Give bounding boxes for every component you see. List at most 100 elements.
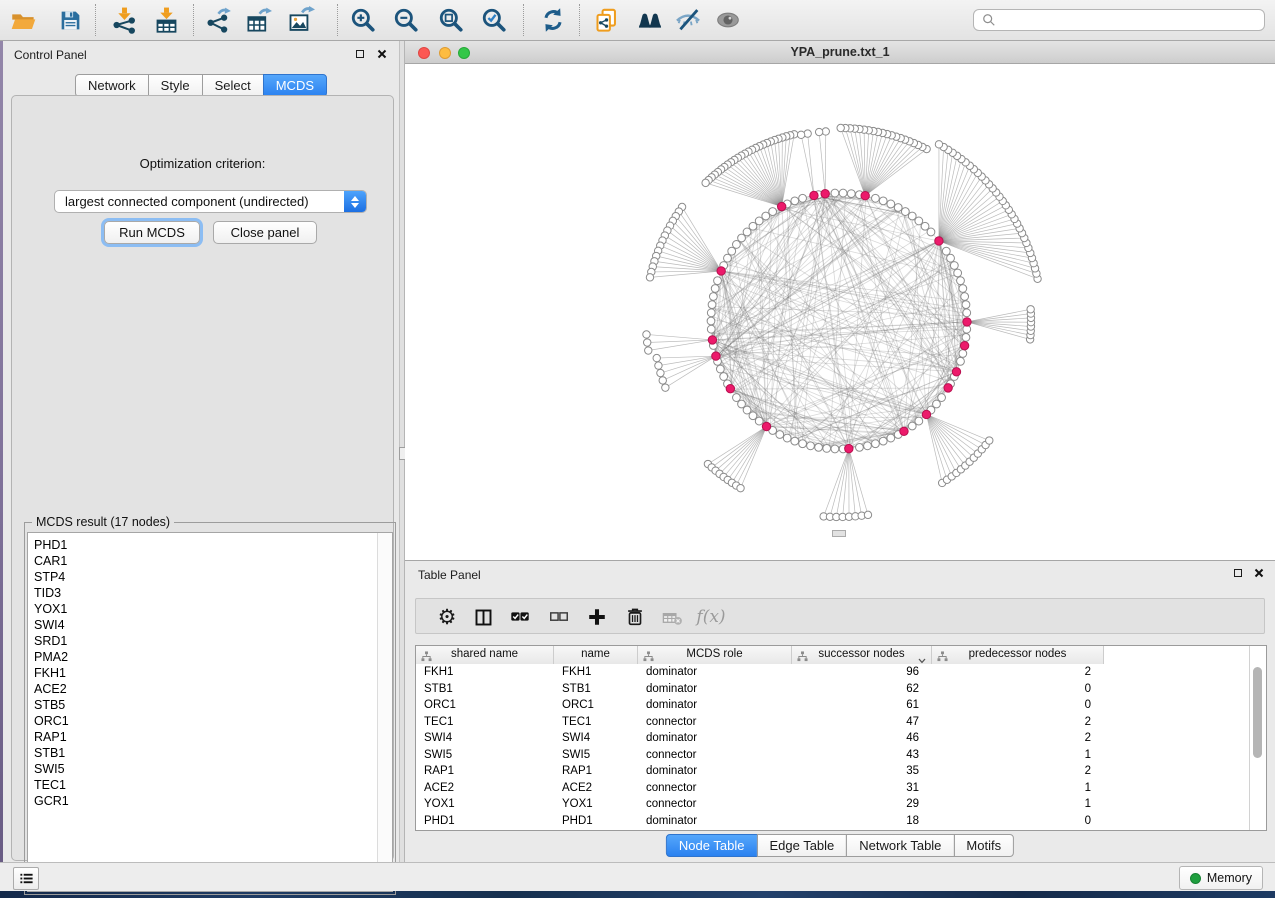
save-session-button[interactable]	[55, 5, 85, 35]
horizontal-splitter-handle[interactable]	[832, 530, 846, 537]
mcds-result-item[interactable]: ORC1	[28, 713, 377, 729]
table-cell: 43	[792, 747, 932, 764]
tab-network-table[interactable]: Network Table	[846, 834, 954, 857]
export-table-button[interactable]	[243, 5, 273, 35]
table-row[interactable]: FKH1FKH1dominator962	[416, 664, 1250, 681]
search-input[interactable]	[1001, 12, 1264, 28]
column-header-successor-nodes[interactable]: successor nodes	[792, 646, 932, 664]
close-panel-button-mcds[interactable]: Close panel	[213, 221, 317, 244]
network-window-titlebar[interactable]: YPA_prune.txt_1	[405, 41, 1275, 64]
zoom-selected-button[interactable]	[479, 5, 509, 35]
zoom-in-button[interactable]	[348, 5, 378, 35]
export-image-button[interactable]	[286, 5, 316, 35]
mcds-result-item[interactable]: RAP1	[28, 729, 377, 745]
table-cell: FKH1	[416, 664, 554, 681]
table-row[interactable]: PHD1PHD1dominator180	[416, 813, 1250, 830]
mcds-result-item[interactable]: STB1	[28, 745, 377, 761]
float-table-panel-button[interactable]	[1231, 566, 1245, 580]
close-table-panel-button[interactable]	[1252, 566, 1266, 580]
add-column-button[interactable]	[582, 602, 612, 632]
refresh-layout-button[interactable]	[538, 5, 568, 35]
tab-network[interactable]: Network	[75, 74, 149, 97]
hide-selected-button[interactable]	[673, 5, 703, 35]
import-network-button[interactable]	[109, 5, 139, 35]
run-mcds-button[interactable]: Run MCDS	[104, 221, 200, 244]
network-view-window: YPA_prune.txt_1	[405, 41, 1275, 560]
mcds-result-item[interactable]: GCR1	[28, 793, 377, 809]
mcds-result-item[interactable]: ACE2	[28, 681, 377, 697]
mcds-result-item[interactable]: FKH1	[28, 665, 377, 681]
mcds-result-item[interactable]: PMA2	[28, 649, 377, 665]
search-field[interactable]	[973, 9, 1265, 31]
copy-network-button[interactable]	[591, 5, 621, 35]
table-panel: Table Panel ⚙ f(x) shared namenameMCDS r…	[405, 560, 1275, 862]
tab-style[interactable]: Style	[148, 74, 203, 97]
table-row[interactable]: SWI4SWI4dominator462	[416, 730, 1250, 747]
table-cell: 96	[792, 664, 932, 681]
network-canvas[interactable]	[405, 64, 1275, 560]
table-row[interactable]: RAP1RAP1dominator352	[416, 763, 1250, 780]
mcds-result-item[interactable]: SWI5	[28, 761, 377, 777]
column-header-predecessor-nodes[interactable]: predecessor nodes	[932, 646, 1104, 664]
mcds-result-list: PHD1CAR1STP4TID3YOX1SWI4SRD1PMA2FKH1ACE2…	[28, 537, 377, 809]
binoculars-icon	[636, 6, 664, 34]
table-scrollbar-thumb[interactable]	[1253, 667, 1262, 758]
list-icon	[19, 871, 34, 886]
zoom-fit-button[interactable]	[436, 5, 466, 35]
table-scrollbar[interactable]	[1249, 646, 1266, 830]
zoom-out-button[interactable]	[391, 5, 421, 35]
table-cell: 47	[792, 714, 932, 731]
network-graph[interactable]	[405, 64, 1275, 560]
mcds-result-item[interactable]: TID3	[28, 585, 377, 601]
function-builder-button[interactable]: f(x)	[696, 602, 726, 632]
table-row[interactable]: SWI5SWI5connector431	[416, 747, 1250, 764]
table-settings-button[interactable]: ⚙	[432, 602, 462, 632]
column-header-name[interactable]: name	[554, 646, 638, 664]
table-row[interactable]: ORC1ORC1dominator610	[416, 697, 1250, 714]
optimization-criterion-select[interactable]: largest connected component (undirected)	[54, 190, 367, 213]
select-all-button[interactable]	[505, 602, 535, 632]
tab-node-table[interactable]: Node Table	[666, 834, 758, 857]
first-neighbors-button[interactable]	[635, 5, 665, 35]
delete-column-button[interactable]	[620, 602, 650, 632]
close-panel-button[interactable]	[375, 47, 389, 61]
tab-edge-table[interactable]: Edge Table	[756, 834, 847, 857]
float-panel-button[interactable]	[353, 47, 367, 61]
tab-motifs[interactable]: Motifs	[953, 834, 1014, 857]
delete-table-button[interactable]	[657, 602, 687, 632]
memory-button[interactable]: Memory	[1179, 866, 1263, 890]
export-network-button[interactable]	[203, 5, 233, 35]
mcds-result-item[interactable]: STP4	[28, 569, 377, 585]
mcds-result-item[interactable]: YOX1	[28, 601, 377, 617]
table-cell: FKH1	[554, 664, 638, 681]
table-row[interactable]: ACE2ACE2connector311	[416, 780, 1250, 797]
status-bar: Memory	[0, 862, 1275, 891]
memory-status-icon	[1190, 873, 1201, 884]
table-cell: dominator	[638, 681, 792, 698]
table-toolbar: ⚙ f(x)	[415, 598, 1265, 634]
import-network-icon	[111, 7, 138, 34]
import-table-button[interactable]	[151, 5, 181, 35]
table-row[interactable]: YOX1YOX1connector291	[416, 796, 1250, 813]
tab-select[interactable]: Select	[202, 74, 264, 97]
tab-mcds[interactable]: MCDS	[263, 74, 327, 97]
mcds-list-scrollbar[interactable]	[377, 533, 392, 891]
mcds-result-item[interactable]: TEC1	[28, 777, 377, 793]
deselect-all-button[interactable]	[544, 602, 574, 632]
mcds-result-item[interactable]: SWI4	[28, 617, 377, 633]
mcds-result-item[interactable]: PHD1	[28, 537, 377, 553]
show-all-button[interactable]	[713, 5, 743, 35]
table-row[interactable]: STB1STB1dominator620	[416, 681, 1250, 698]
column-header-label: predecessor nodes	[932, 648, 1103, 660]
table-row[interactable]: TEC1TEC1connector472	[416, 714, 1250, 731]
table-cell: ACE2	[416, 780, 554, 797]
mcds-result-item[interactable]: STB5	[28, 697, 377, 713]
open-file-button[interactable]	[8, 5, 38, 35]
column-header-MCDS-role[interactable]: MCDS role	[638, 646, 792, 664]
toolbar-separator	[337, 4, 338, 36]
show-columns-button[interactable]	[468, 602, 498, 632]
task-history-button[interactable]	[13, 867, 39, 890]
mcds-result-item[interactable]: SRD1	[28, 633, 377, 649]
column-header-shared-name[interactable]: shared name	[416, 646, 554, 664]
mcds-result-item[interactable]: CAR1	[28, 553, 377, 569]
